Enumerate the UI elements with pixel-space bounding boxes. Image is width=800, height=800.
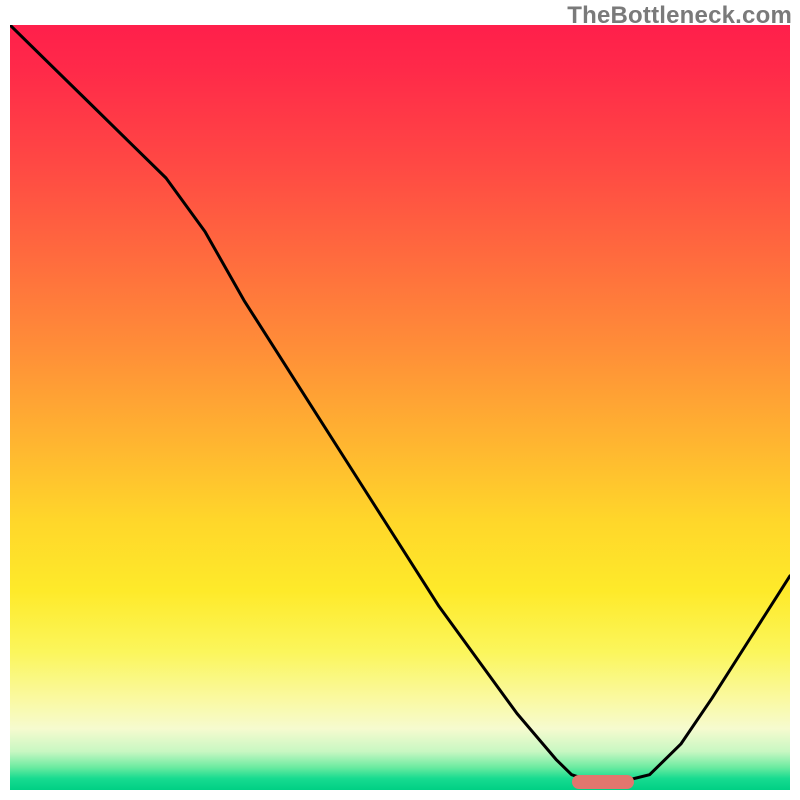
plot-gradient-area — [10, 25, 790, 790]
chart-root: { "watermark": "TheBottleneck.com", "cha… — [0, 0, 800, 800]
watermark-label: TheBottleneck.com — [567, 2, 792, 30]
flat-region-marker — [572, 775, 634, 789]
